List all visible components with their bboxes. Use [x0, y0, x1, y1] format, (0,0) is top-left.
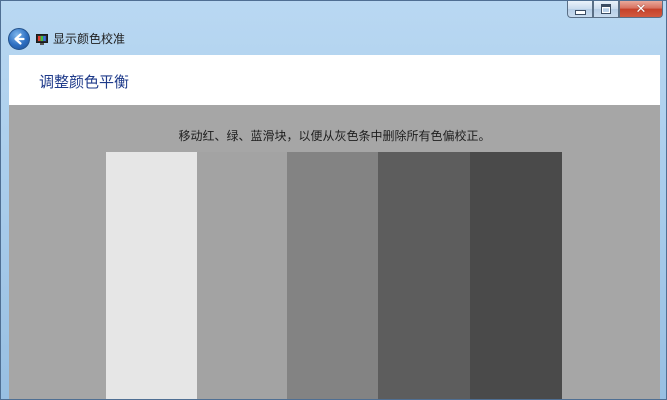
- gray-bars: [106, 152, 562, 399]
- page-heading: 调整颜色平衡: [39, 73, 130, 91]
- gray-bar: [378, 152, 470, 399]
- minimize-icon: [574, 9, 586, 15]
- header-band: 调整颜色平衡: [9, 55, 660, 105]
- monitor-icon: [36, 34, 48, 45]
- instruction-text: 移动红、绿、蓝滑块，以便从灰色条中删除所有色偏校正。: [178, 129, 491, 143]
- calibration-content: 调整颜色平衡 移动红、绿、蓝滑块，以便从灰色条中删除所有色偏校正。: [9, 55, 660, 399]
- close-icon: ✕: [635, 1, 647, 17]
- minimize-button[interactable]: [567, 1, 593, 18]
- window-title: 显示颜色校准: [53, 32, 126, 46]
- gray-bar: [470, 152, 562, 399]
- gray-bar: [106, 152, 197, 399]
- close-button[interactable]: ✕: [619, 1, 663, 18]
- maximize-icon: [601, 4, 611, 14]
- gray-bar: [197, 152, 287, 399]
- calibration-window: ✕ 显示颜色校准 调整颜色平衡 移动红、绿、蓝滑块，以便从灰色条中删除所有色偏校…: [0, 0, 667, 400]
- back-button[interactable]: [8, 28, 30, 50]
- back-arrow-icon: [14, 33, 25, 45]
- window-controls: ✕: [567, 1, 663, 18]
- gray-bar: [287, 152, 378, 399]
- navigation-bar: 显示颜色校准: [1, 23, 666, 55]
- maximize-button[interactable]: [593, 1, 619, 18]
